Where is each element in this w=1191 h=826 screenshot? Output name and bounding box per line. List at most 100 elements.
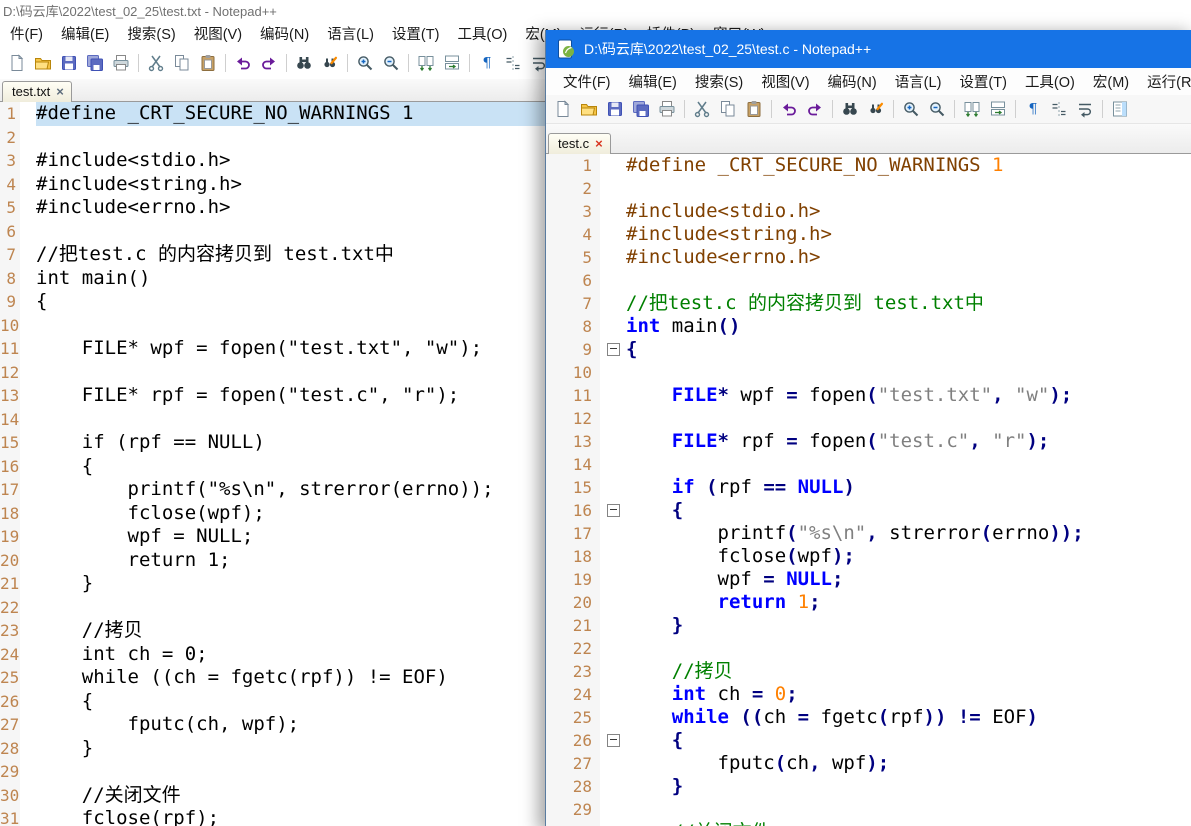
copy-button[interactable] — [716, 97, 740, 121]
fold-collapse-icon[interactable] — [607, 734, 620, 747]
sync-v-button[interactable] — [960, 97, 984, 121]
indent-guide-button[interactable] — [501, 51, 525, 75]
sync-h-button[interactable] — [440, 51, 464, 75]
paste-button[interactable] — [742, 97, 766, 121]
fold-margin — [600, 798, 626, 821]
menu-item[interactable]: 编码(N) — [251, 23, 318, 44]
menu-item[interactable]: 编码(N) — [819, 71, 886, 92]
menu-bar: 文件(F)编辑(E)搜索(S)视图(V)编码(N)语言(L)设置(T)工具(O)… — [546, 68, 1191, 95]
code-text[interactable]: #include<string.h> — [626, 223, 1191, 246]
toolbar-separator — [684, 100, 685, 118]
menu-item[interactable]: 视图(V) — [752, 71, 818, 92]
print-button[interactable] — [109, 51, 133, 75]
undo-button[interactable] — [231, 51, 255, 75]
find-button[interactable] — [838, 97, 862, 121]
menu-item[interactable]: 运行(R) — [1138, 71, 1191, 92]
replace-button[interactable] — [864, 97, 888, 121]
menu-item[interactable]: 设置(T) — [383, 23, 449, 44]
fold-margin — [20, 173, 36, 197]
open-button[interactable] — [31, 51, 55, 75]
cut-button[interactable] — [690, 97, 714, 121]
zoom-in-button[interactable] — [353, 51, 377, 75]
cut-button[interactable] — [144, 51, 168, 75]
menu-item[interactable]: 编辑(E) — [620, 71, 686, 92]
zoom-out-button[interactable] — [379, 51, 403, 75]
sync-h-button[interactable] — [986, 97, 1010, 121]
print-button[interactable] — [655, 97, 679, 121]
code-line: 26 { — [546, 729, 1191, 752]
code-text[interactable]: return 1; — [626, 591, 1191, 614]
code-text[interactable]: int main() — [626, 315, 1191, 338]
wrap-button[interactable] — [1073, 97, 1097, 121]
code-line: 24 int ch = 0; — [546, 683, 1191, 706]
code-text[interactable]: } — [626, 775, 1191, 798]
code-text[interactable]: { — [626, 729, 1191, 752]
save-button[interactable] — [603, 97, 627, 121]
code-text[interactable]: FILE* rpf = fopen("test.c", "r"); — [626, 430, 1191, 453]
code-text[interactable]: wpf = NULL; — [626, 568, 1191, 591]
zoom-out-button[interactable] — [925, 97, 949, 121]
menu-item[interactable]: 文件(F) — [554, 71, 620, 92]
menu-item[interactable]: 宏(M) — [1084, 71, 1138, 92]
undo-button[interactable] — [777, 97, 801, 121]
save-button[interactable] — [57, 51, 81, 75]
redo-button[interactable] — [803, 97, 827, 121]
code-text[interactable]: fputc(ch, wpf); — [626, 752, 1191, 775]
code-text[interactable]: } — [626, 614, 1191, 637]
redo-icon — [260, 54, 278, 72]
menu-item[interactable]: 设置(T) — [950, 71, 1016, 92]
save-all-button[interactable] — [629, 97, 653, 121]
code-text[interactable]: { — [626, 338, 1191, 361]
sync-v-button[interactable] — [414, 51, 438, 75]
title-bar[interactable]: D:\码云库\2022\test_02_25\test.c - Notepad+… — [546, 30, 1191, 68]
fold-collapse-icon[interactable] — [607, 504, 620, 517]
new-file-button[interactable] — [551, 97, 575, 121]
code-text[interactable]: printf("%s\n", strerror(errno)); — [626, 522, 1191, 545]
code-text[interactable]: while ((ch = fgetc(rpf)) != EOF) — [626, 706, 1191, 729]
tab-close-icon[interactable]: × — [595, 138, 603, 149]
indent-guide-button[interactable] — [1047, 97, 1071, 121]
menu-item[interactable]: 编辑(E) — [52, 23, 118, 44]
code-editor-test-c[interactable]: 1#define _CRT_SECURE_NO_WARNINGS 123#inc… — [546, 154, 1191, 826]
fold-margin — [600, 706, 626, 729]
menu-item[interactable]: 视图(V) — [185, 23, 251, 44]
menu-item[interactable]: 语言(L) — [318, 23, 383, 44]
menu-item[interactable]: 工具(O) — [448, 23, 516, 44]
find-button[interactable] — [292, 51, 316, 75]
tab-close-icon[interactable]: × — [56, 86, 64, 97]
code-text[interactable]: if (rpf == NULL) — [626, 476, 1191, 499]
code-text[interactable]: #include<errno.h> — [626, 246, 1191, 269]
code-text[interactable]: #define _CRT_SECURE_NO_WARNINGS 1 — [626, 154, 1191, 177]
menu-item[interactable]: 工具(O) — [1016, 71, 1084, 92]
zoom-in-button[interactable] — [899, 97, 923, 121]
tab-test-c[interactable]: test.c × — [548, 133, 611, 154]
print-icon — [112, 54, 130, 72]
open-button[interactable] — [577, 97, 601, 121]
paste-button[interactable] — [196, 51, 220, 75]
code-text[interactable]: #include<stdio.h> — [626, 200, 1191, 223]
new-file-button[interactable] — [5, 51, 29, 75]
code-text[interactable]: fclose(wpf); — [626, 545, 1191, 568]
menu-item[interactable]: 搜索(S) — [118, 23, 184, 44]
show-all-chars-button[interactable] — [475, 51, 499, 75]
menu-item[interactable]: 搜索(S) — [686, 71, 752, 92]
code-text[interactable]: //关闭文件 — [626, 821, 1191, 826]
menu-item[interactable]: 语言(L) — [886, 71, 951, 92]
code-text[interactable]: { — [626, 499, 1191, 522]
line-number: 19 — [546, 568, 600, 591]
save-all-button[interactable] — [83, 51, 107, 75]
replace-button[interactable] — [318, 51, 342, 75]
redo-button[interactable] — [257, 51, 281, 75]
show-all-chars-button[interactable] — [1021, 97, 1045, 121]
code-text[interactable]: //把test.c 的内容拷贝到 test.txt中 — [626, 292, 1191, 315]
fold-collapse-icon[interactable] — [607, 343, 620, 356]
doc-map-button[interactable] — [1108, 97, 1132, 121]
copy-button[interactable] — [170, 51, 194, 75]
replace-icon — [321, 54, 339, 72]
menu-item[interactable]: 件(F) — [1, 23, 52, 44]
code-text[interactable]: int ch = 0; — [626, 683, 1191, 706]
code-text[interactable]: //拷贝 — [626, 660, 1191, 683]
tab-test-txt[interactable]: test.txt × — [2, 81, 72, 102]
foreground-window-test-c[interactable]: D:\码云库\2022\test_02_25\test.c - Notepad+… — [545, 30, 1191, 826]
code-text[interactable]: FILE* wpf = fopen("test.txt", "w"); — [626, 384, 1191, 407]
